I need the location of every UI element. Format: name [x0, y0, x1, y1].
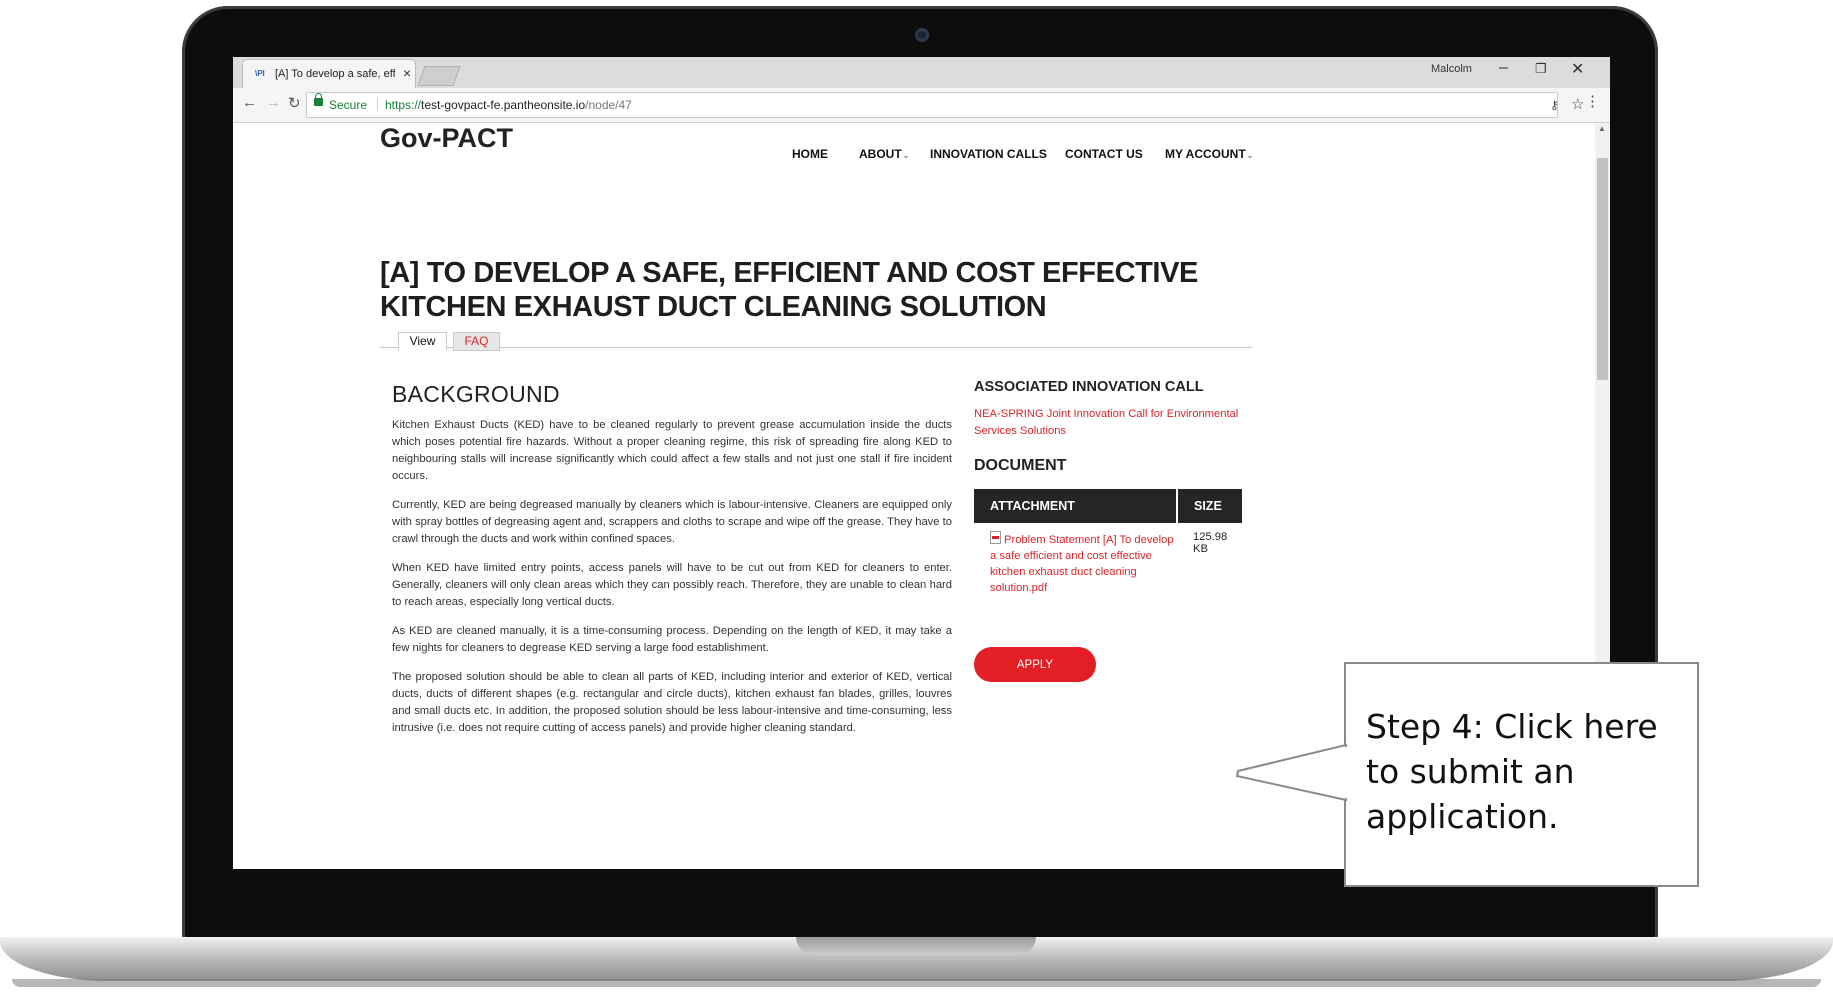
secure-label: Secure [329, 98, 368, 112]
window-close-icon[interactable]: ✕ [1571, 59, 1584, 79]
attachment-name: Problem Statement [A] To develop a safe … [990, 534, 1174, 594]
nav-about-label: ABOUT [859, 147, 902, 161]
laptop-base-edge [12, 979, 1821, 987]
browser-toolbar: ← → ↻ Secure https://test-govpact-fe.pan… [233, 88, 1610, 123]
nav-home-label: HOME [792, 147, 828, 161]
nav-contact[interactable]: CONTACT US [1065, 147, 1143, 161]
address-bar[interactable]: Secure https://test-govpact-fe.pantheons… [306, 92, 1584, 118]
favicon-icon: \PI [255, 69, 265, 78]
table-header-row: ATTACHMENT SIZE [974, 489, 1242, 523]
camera-icon [915, 28, 929, 42]
key-icon[interactable]: ⚷ [1550, 98, 1559, 112]
nav-innovation-calls-label: INNOVATION CALLS [930, 147, 1047, 161]
url-separator [377, 97, 378, 111]
nav-my-account[interactable]: MY ACCOUNT⌄ [1165, 147, 1253, 161]
chevron-down-icon: ⌄ [902, 151, 910, 160]
column-header-size: SIZE [1177, 489, 1242, 523]
background-heading: BACKGROUND [392, 381, 560, 407]
browser-tab[interactable]: \PI [A] To develop a safe, effi × [243, 60, 415, 88]
new-tab-button[interactable] [417, 66, 461, 86]
url-host: test-govpact-fe.pantheonsite.io [421, 98, 586, 112]
tab-view[interactable]: View [398, 332, 447, 351]
nav-my-account-label: MY ACCOUNT [1165, 147, 1246, 161]
tab-strip: \PI [A] To develop a safe, effi × Malcol… [233, 57, 1610, 88]
document-table: ATTACHMENT SIZE Problem Statement [A] To… [974, 489, 1242, 596]
url-text[interactable]: https://test-govpact-fe.pantheonsite.io/… [385, 98, 632, 112]
attachment-link[interactable]: Problem Statement [A] To develop a safe … [990, 531, 1174, 594]
nav-innovation-calls[interactable]: INNOVATION CALLS [930, 147, 1047, 161]
nav-contact-label: CONTACT US [1065, 147, 1143, 161]
associated-call-heading: ASSOCIATED INNOVATION CALL [974, 379, 1204, 395]
page-title: [A] TO DEVELOP A SAFE, EFFICIENT AND COS… [380, 257, 1198, 323]
column-header-attachment: ATTACHMENT [974, 489, 1178, 523]
apply-button[interactable]: APPLY [974, 647, 1096, 682]
reload-icon[interactable]: ↻ [288, 94, 301, 112]
attachment-cell: Problem Statement [A] To develop a safe … [974, 523, 1177, 596]
background-paragraph: The proposed solution should be able to … [392, 671, 952, 734]
callout-text: Step 4: Click here to submit an applicat… [1366, 707, 1658, 836]
table-row: Problem Statement [A] To develop a safe … [974, 523, 1242, 596]
back-icon[interactable]: ← [242, 94, 257, 111]
background-paragraph: Kitchen Exhaust Ducts (KED) have to be c… [392, 419, 952, 482]
tab-title: [A] To develop a safe, effi [275, 68, 395, 80]
url-scheme: https:// [385, 98, 422, 112]
star-icon[interactable]: ☆ [1571, 95, 1584, 113]
nav-home[interactable]: HOME [792, 147, 828, 161]
associated-call-link[interactable]: NEA-SPRING Joint Innovation Call for Env… [974, 406, 1249, 440]
tab-close-icon[interactable]: × [403, 65, 411, 81]
document-heading: DOCUMENT [974, 457, 1067, 474]
lock-icon [314, 93, 323, 106]
restore-icon[interactable]: ❐ [1535, 61, 1547, 77]
background-text: Kitchen Exhaust Ducts (KED) have to be c… [392, 417, 952, 749]
chevron-down-icon: ⌄ [1246, 151, 1254, 160]
pdf-icon [990, 531, 1001, 544]
background-paragraph: As KED are cleaned manually, it is a tim… [392, 625, 952, 654]
background-paragraph: Currently, KED are being degreased manua… [392, 499, 952, 545]
file-size: 125.98 KB [1193, 531, 1228, 555]
tab-faq[interactable]: FAQ [453, 332, 500, 351]
scroll-thumb[interactable] [1597, 158, 1608, 380]
forward-icon[interactable]: → [266, 94, 281, 111]
menu-icon[interactable]: ⋮ [1585, 92, 1600, 110]
profile-name[interactable]: Malcolm [1431, 63, 1472, 75]
laptop-notch [796, 937, 1036, 955]
tabs-divider [380, 347, 1252, 348]
background-paragraph: When KED have limited entry points, acce… [392, 562, 952, 608]
minimize-icon[interactable]: – [1499, 59, 1508, 77]
url-path: /node/47 [585, 98, 632, 112]
scroll-up-icon[interactable]: ▲ [1598, 124, 1606, 133]
nav-about[interactable]: ABOUT⌄ [859, 147, 909, 161]
site-logo[interactable]: Gov-PACT [380, 123, 513, 154]
